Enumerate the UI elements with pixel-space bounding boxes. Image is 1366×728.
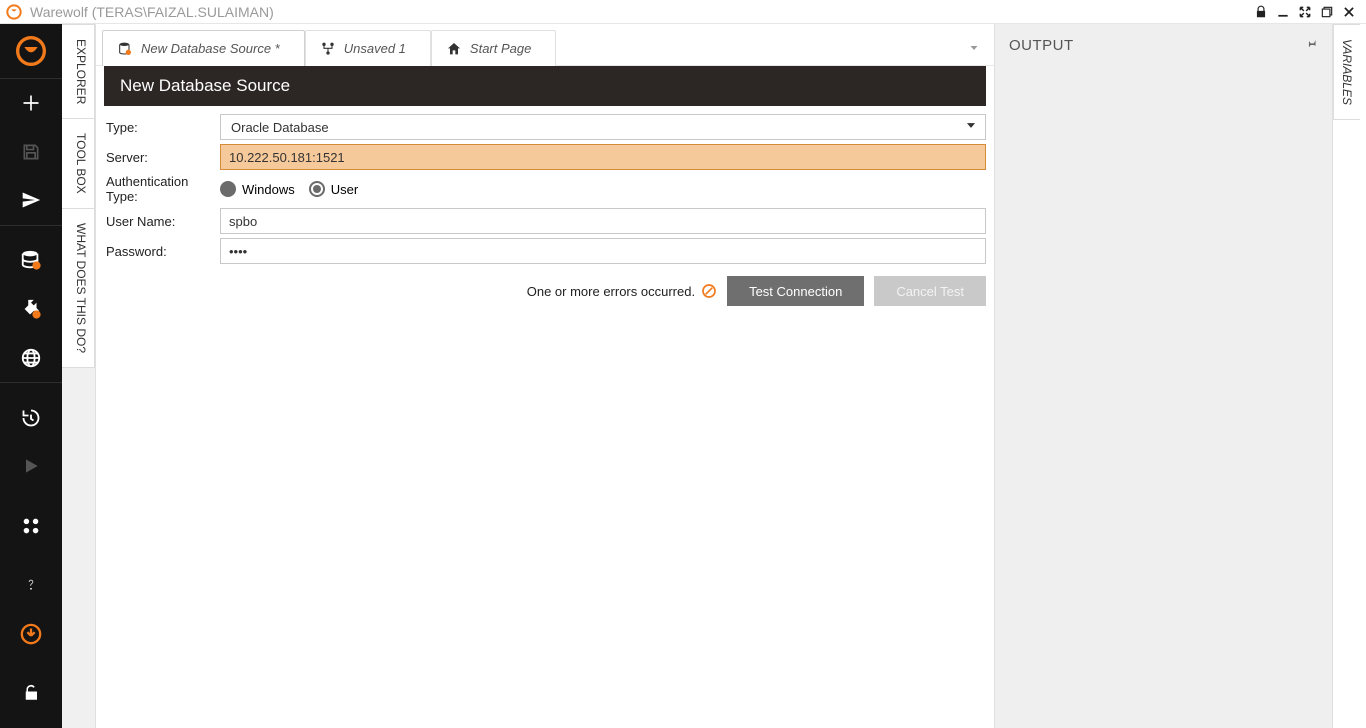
- close-button[interactable]: [1338, 1, 1360, 23]
- scheduler-button[interactable]: [0, 394, 62, 443]
- document-tab-bar: New Database Source * Unsaved 1 Start Pa…: [96, 24, 994, 66]
- save-button[interactable]: [0, 127, 62, 176]
- workflow-icon: [320, 41, 336, 57]
- title-bar: Warewolf (TERAS\FAIZAL.SULAIMAN): [0, 0, 1366, 24]
- auth-user-radio[interactable]: User: [309, 181, 358, 197]
- doc-tab-label: Unsaved 1: [344, 41, 406, 56]
- what-does-this-do-tab[interactable]: WHAT DOES THIS DO?: [62, 209, 95, 368]
- maximize-button[interactable]: [1294, 1, 1316, 23]
- auth-label: Authentication Type:: [104, 174, 220, 204]
- run-button[interactable]: [0, 442, 62, 491]
- left-icon-bar: [0, 24, 62, 728]
- type-label: Type:: [104, 120, 220, 135]
- cancel-test-button: Cancel Test: [874, 276, 986, 306]
- error-icon: [701, 283, 717, 299]
- explorer-tab[interactable]: EXPLORER: [62, 24, 95, 119]
- warewolf-logo-icon: [0, 24, 62, 78]
- type-select[interactable]: Oracle Database: [220, 114, 986, 140]
- new-button[interactable]: [0, 79, 62, 128]
- error-message: One or more errors occurred.: [527, 283, 717, 299]
- deploy-button[interactable]: [0, 176, 62, 225]
- home-icon: [446, 41, 462, 57]
- doc-tab-label: Start Page: [470, 41, 531, 56]
- server-label: Server:: [104, 150, 220, 165]
- web-button[interactable]: [0, 333, 62, 382]
- restore-button[interactable]: [1316, 1, 1338, 23]
- password-input[interactable]: [220, 238, 986, 264]
- left-vertical-tabs: EXPLORER TOOL BOX WHAT DOES THIS DO?: [62, 24, 96, 728]
- test-connection-button[interactable]: Test Connection: [727, 276, 864, 306]
- error-text: One or more errors occurred.: [527, 284, 695, 299]
- download-button[interactable]: [0, 609, 62, 658]
- database-button[interactable]: [0, 236, 62, 285]
- form-header: New Database Source: [104, 66, 986, 106]
- lock-icon[interactable]: [1250, 1, 1272, 23]
- auth-windows-radio[interactable]: Windows: [220, 181, 295, 197]
- doc-tab-new-db-source[interactable]: New Database Source *: [102, 30, 305, 66]
- doc-tab-label: New Database Source *: [141, 41, 280, 56]
- minimize-button[interactable]: [1272, 1, 1294, 23]
- radio-icon: [220, 181, 236, 197]
- output-title: OUTPUT: [1009, 37, 1074, 54]
- chevron-down-icon: [964, 119, 978, 136]
- username-label: User Name:: [104, 214, 220, 229]
- password-label: Password:: [104, 244, 220, 259]
- server-input[interactable]: [220, 144, 986, 170]
- plugin-button[interactable]: [0, 285, 62, 334]
- variables-tab[interactable]: VARIABLES: [1333, 24, 1360, 120]
- pin-icon[interactable]: [1304, 36, 1318, 54]
- radio-icon: [309, 181, 325, 197]
- doc-tab-unsaved[interactable]: Unsaved 1: [305, 30, 431, 66]
- help-button[interactable]: [0, 561, 62, 610]
- tab-overflow-button[interactable]: [960, 30, 988, 65]
- action-row: One or more errors occurred. Test Connec…: [96, 268, 994, 306]
- username-input[interactable]: [220, 208, 986, 234]
- workspace: New Database Source * Unsaved 1 Start Pa…: [96, 24, 994, 728]
- window-title: Warewolf (TERAS\FAIZAL.SULAIMAN): [30, 4, 1250, 20]
- radio-label: User: [331, 182, 358, 197]
- form-body: Type: Oracle Database Server: Authentica…: [96, 106, 994, 268]
- toolbox-tab[interactable]: TOOL BOX: [62, 119, 95, 209]
- doc-tab-start-page[interactable]: Start Page: [431, 30, 556, 66]
- unlock-button[interactable]: [0, 669, 62, 718]
- app-logo-icon: [6, 4, 22, 20]
- database-icon: [117, 41, 133, 57]
- type-value: Oracle Database: [231, 120, 329, 135]
- output-panel: OUTPUT: [994, 24, 1332, 728]
- settings-button[interactable]: [0, 501, 62, 550]
- right-vertical-tabs: VARIABLES: [1332, 24, 1366, 728]
- radio-label: Windows: [242, 182, 295, 197]
